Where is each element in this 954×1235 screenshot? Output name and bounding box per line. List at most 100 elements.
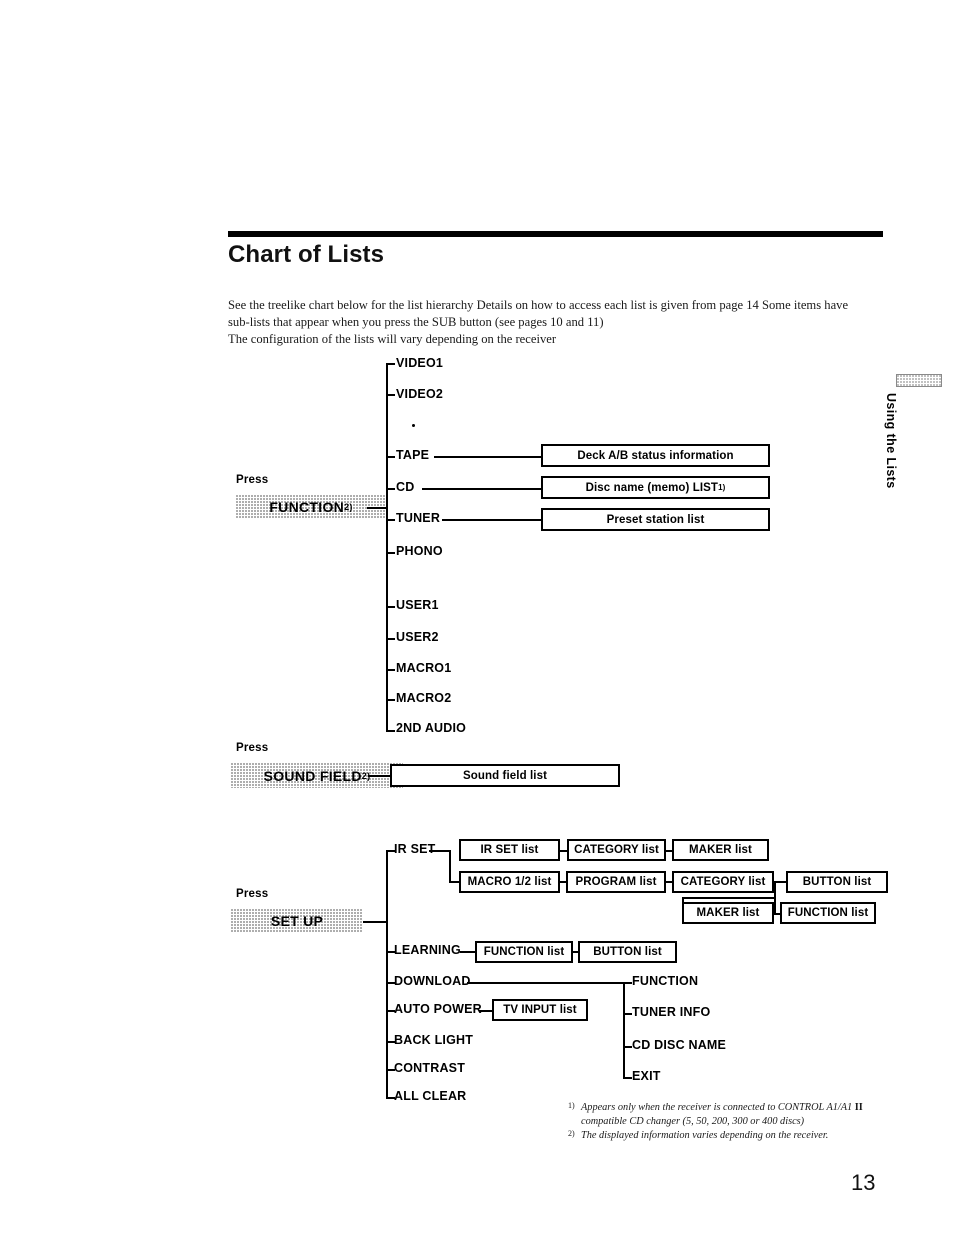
intro-line-2: sub-lists that appear when you press the… (228, 315, 604, 330)
node-learning: LEARNING (394, 943, 461, 957)
tick-cd (386, 488, 395, 490)
box-function-list-row3: FUNCTION list (780, 902, 876, 924)
box-maker-list-row1: MAKER list (672, 839, 769, 861)
box-category-list-row2: CATEGORY list (672, 871, 774, 893)
connector-sound-field-box (368, 775, 390, 777)
tick-download-function (623, 982, 632, 984)
footnotes: 1) Appears only when the receiver is conn… (568, 1101, 888, 1144)
footnote-1-text-b: compatible CD changer (5, 50, 200, 300 o… (581, 1116, 805, 1128)
node-contrast: CONTRAST (394, 1061, 466, 1075)
intro-paragraph: See the treelike chart below for the lis… (228, 297, 888, 349)
box-ir-set-list: IR SET list (459, 839, 560, 861)
box-macro-list-label: MACRO 1/2 list (467, 876, 552, 888)
box-sound-field-list: Sound field list (390, 764, 620, 787)
footnote-2-text: The displayed information varies dependi… (581, 1130, 829, 1142)
setup-tree-trunk (386, 850, 388, 1098)
box-function-list-row3-label: FUNCTION list (787, 907, 869, 919)
box-category-list-row2-label: CATEGORY list (680, 876, 766, 888)
footnote-2-marker: 2) (568, 1129, 575, 1139)
node-video1: VIDEO1 (396, 356, 444, 370)
connector-learning-function (460, 951, 475, 953)
node-download-exit: EXIT (632, 1069, 661, 1083)
function-tree-trunk (386, 363, 388, 732)
ellipsis-dot (412, 424, 415, 427)
tick-user1 (386, 606, 395, 608)
node-user1: USER1 (396, 598, 439, 612)
category-row2-drop-hline (682, 897, 774, 899)
setup-key-text: SET UP (270, 913, 324, 929)
tick-macro2 (386, 699, 395, 701)
box-program-list: PROGRAM list (566, 871, 666, 893)
box-preset-station-label: Preset station list (606, 513, 705, 526)
side-tab-marker (896, 374, 942, 387)
node-user2: USER2 (396, 630, 439, 644)
connector-irsetlist-category (560, 850, 567, 852)
footnote-1-text-a: Appears only when the receiver is connec… (581, 1102, 855, 1113)
node-back-light: BACK LIGHT (394, 1033, 474, 1047)
intro-line-3: The configuration of the lists will vary… (228, 332, 557, 347)
tick-phono (386, 552, 395, 554)
node-2nd-audio: 2ND AUDIO (396, 721, 467, 735)
setup-key-label: SET UP (231, 909, 363, 933)
box-button-list-irset-label: BUTTON list (802, 876, 872, 888)
tick-tuner (386, 519, 395, 521)
ir-set-branch-row2-stub (449, 881, 459, 883)
box-program-list-label: PROGRAM list (575, 876, 657, 888)
ir-set-branch-vline (449, 850, 451, 882)
page-title: Chart of Lists (228, 241, 385, 268)
box-ir-set-list-label: IR SET list (480, 844, 539, 856)
side-tab: Using the Lists (880, 393, 902, 543)
node-video2: VIDEO2 (396, 387, 444, 401)
node-macro1: MACRO1 (396, 661, 452, 675)
tick-2nd-audio (386, 730, 395, 732)
footnote-1: 1) Appears only when the receiver is conn… (568, 1101, 888, 1129)
function-key-connector (367, 507, 388, 509)
connector-tuner-box (442, 519, 541, 521)
tick-tape (386, 456, 395, 458)
connector-category-button (774, 881, 786, 883)
ir-set-branch-stem (429, 850, 451, 852)
node-download-function: FUNCTION (632, 974, 699, 988)
connector-autopower-tvinput (479, 1010, 492, 1012)
intro-line-1: See the treelike chart below for the lis… (228, 298, 849, 312)
tick-download-exit (623, 1077, 632, 1079)
node-download-tuner-info: TUNER INFO (632, 1005, 711, 1019)
box-sound-field-label: Sound field list (462, 769, 547, 782)
box-maker-list-row3-label: MAKER list (696, 907, 760, 919)
box-function-list-learning-label: FUNCTION list (483, 946, 565, 958)
function-key-label: FUNCTION 2) (236, 495, 386, 519)
tick-user2 (386, 638, 395, 640)
node-phono: PHONO (396, 544, 443, 558)
box-tv-input-list: TV INPUT list (492, 999, 588, 1021)
box-deck-status: Deck A/B status information (541, 444, 770, 467)
footnote-1-marker: 1) (568, 1101, 575, 1110)
connector-setup-trunk (363, 921, 388, 923)
tick-download-tuner-info (623, 1013, 632, 1015)
download-subtree-trunk (623, 982, 625, 1078)
box-maker-list-row3: MAKER list (682, 902, 774, 924)
sound-field-key-text: SOUND FIELD (263, 767, 362, 784)
node-tape: TAPE (396, 448, 430, 462)
press-label-sound-field: Press (236, 742, 269, 754)
tick-download-cd-disc-name (623, 1046, 632, 1048)
node-all-clear: ALL CLEAR (394, 1089, 467, 1103)
tick-macro1 (386, 669, 395, 671)
box-button-list-irset: BUTTON list (786, 871, 888, 893)
box-function-list-learning: FUNCTION list (475, 941, 573, 963)
box-deck-status-label: Deck A/B status information (577, 449, 734, 462)
press-label-setup: Press (236, 888, 269, 900)
box-category-list-row1: CATEGORY list (567, 839, 666, 861)
node-download-cd-disc-name: CD DISC NAME (632, 1038, 727, 1052)
box-disc-name-list: Disc name (memo) LIST 1) (541, 476, 770, 499)
connector-tape-box (434, 456, 541, 458)
connector-download-subtree (467, 982, 625, 984)
header-rule (228, 231, 883, 237)
box-disc-name-footnote-marker: 1) (718, 483, 726, 492)
node-tuner: TUNER (396, 511, 441, 525)
box-disc-name-label: Disc name (memo) LIST (585, 481, 719, 494)
connector-cd-box (422, 488, 541, 490)
side-tab-label: Using the Lists (884, 393, 898, 489)
footnote-2: 2) The displayed information varies depen… (568, 1129, 888, 1143)
category-row2-branch-vline (774, 881, 776, 913)
box-tv-input-list-label: TV INPUT list (503, 1004, 577, 1016)
